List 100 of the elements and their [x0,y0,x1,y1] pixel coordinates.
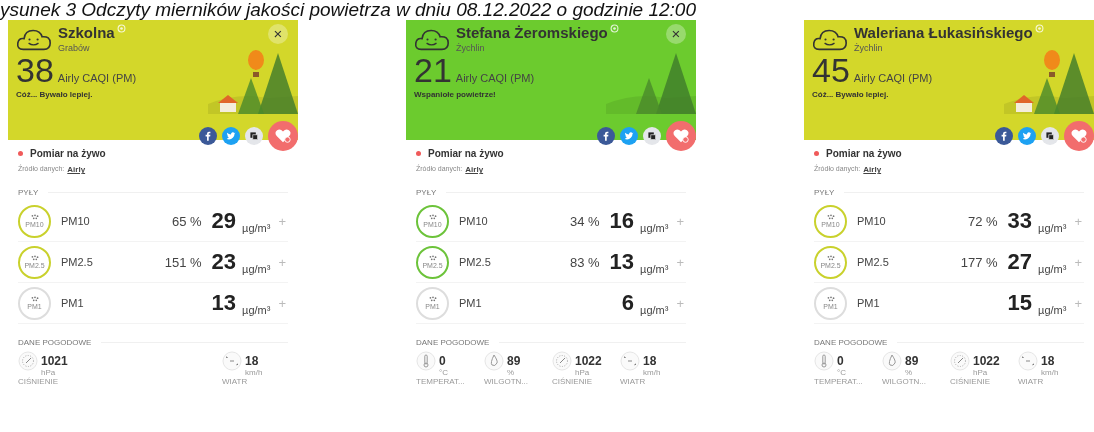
weather-label: WILGOTN... [882,377,927,386]
twitter-share-icon[interactable] [620,127,638,145]
weather-label: CIŚNIENIE [950,377,991,386]
unit-label: µg/m³ [640,222,669,234]
unit-label: µg/m³ [242,222,271,234]
humidity-drop-icon [484,351,504,371]
twitter-share-icon[interactable] [222,127,240,145]
norm-percent: 83 % [569,254,600,270]
weather-value: 18 [643,354,657,368]
live-measurement-label: Pomiar na żywo [428,148,504,159]
pollutant-name: PM1 [459,297,482,309]
weather-label: WIATR [222,377,249,386]
caqi-label: Airly CAQI (PM) [57,72,137,84]
weather-label: CIŚNIENIE [552,377,593,386]
expand-button[interactable]: + [276,213,288,229]
unit-label: µg/m³ [1038,222,1067,234]
expand-button[interactable]: + [276,295,288,311]
caqi-label: Airly CAQI (PM) [455,72,535,84]
street-name: Waleriana Łukasińskiego [854,24,1033,41]
airly-link[interactable]: Airly [465,165,484,174]
unit-label: µg/m³ [242,304,271,316]
section-heading: DANE POGODOWE [814,338,888,347]
wind-compass-icon [1018,351,1038,371]
expand-button[interactable]: + [674,213,686,229]
pollutant-name: PM1 [61,297,84,309]
pollutant-name: PM10 [857,215,886,227]
airly-link[interactable]: Airly [863,165,882,174]
norm-percent: 151 % [164,254,202,270]
pollutant-value: 33 [1007,208,1033,234]
norm-percent: 177 % [960,254,998,270]
expand-button[interactable]: + [674,254,686,270]
favorite-heart-button[interactable] [1064,121,1094,151]
weather-value: 18 [1041,354,1055,368]
gauge-icon [950,351,970,371]
facebook-share-icon[interactable] [597,127,615,145]
humidity-drop-icon [882,351,902,371]
location-target-icon [1034,24,1044,33]
weather-value: 0 [837,354,844,368]
norm-percent: 34 % [569,213,600,229]
pollutant-value: 29 [211,208,237,234]
location-target-icon [116,24,126,33]
weather-value: 1022 [973,354,1000,368]
heart-plus-icon [1070,127,1088,145]
thermometer-icon [814,351,834,371]
twitter-share-icon[interactable] [1018,127,1036,145]
facebook-share-icon[interactable] [199,127,217,145]
street-name: Szkolna [58,24,115,41]
airly-link[interactable]: Airly [67,165,86,174]
unit-label: µg/m³ [1038,304,1067,316]
live-measurement-label: Pomiar na żywo [826,148,902,159]
weather-value: 0 [439,354,446,368]
pollutant-value: 13 [609,249,635,275]
pollutant-name: PM1 [857,297,880,309]
weather-unit: hPa [973,369,989,377]
weather-unit: °C [439,369,449,377]
weather-label: WIATR [620,377,647,386]
street-name: Stefana Żeromskiego [456,24,608,41]
copy-icon[interactable] [643,127,661,145]
expand-button[interactable]: + [1072,213,1084,229]
pollutant-value: 15 [1007,290,1033,316]
close-button[interactable]: × [268,24,288,44]
live-measurement-label: Pomiar na żywo [30,148,106,159]
copy-icon[interactable] [245,127,263,145]
pollutant-name: PM2.5 [857,256,889,268]
air-quality-message: Cóż... Bywało lepiej. [812,90,890,99]
caqi-value: 38 [16,53,54,87]
caqi-value: 45 [812,53,850,87]
facebook-share-icon[interactable] [995,127,1013,145]
expand-button[interactable]: + [276,254,288,270]
heart-plus-icon [672,127,690,145]
weather-label: TEMPERAT... [814,377,864,386]
copy-icon[interactable] [1041,127,1059,145]
location-target-icon [609,24,619,33]
expand-button[interactable]: + [674,295,686,311]
favorite-heart-button[interactable] [666,121,696,151]
wind-compass-icon [620,351,640,371]
section-heading: PYŁY [416,188,437,197]
weather-value: 89 [905,354,919,368]
expand-button[interactable]: + [1072,295,1084,311]
air-quality-message: Cóż... Bywało lepiej. [16,90,94,99]
gauge-icon [18,351,38,371]
pollutant-name: PM2.5 [459,256,491,268]
section-heading: DANE POGODOWE [18,338,92,347]
live-indicator-dot [416,151,421,156]
unit-label: µg/m³ [242,263,271,275]
expand-button[interactable]: + [1072,254,1084,270]
city-name: Żychlin [854,43,884,53]
heart-plus-icon [274,127,292,145]
weather-value: 18 [245,354,259,368]
pollutant-value: 6 [621,290,635,316]
close-button[interactable]: × [666,24,686,44]
favorite-heart-button[interactable] [268,121,298,151]
section-heading: PYŁY [18,188,39,197]
wind-compass-icon [222,351,242,371]
weather-label: WIATR [1018,377,1045,386]
weather-unit: km/h [1041,369,1060,377]
live-indicator-dot [814,151,819,156]
air-quality-message: Wspaniołe powietrze! [414,90,497,99]
caqi-value: 21 [414,53,452,87]
weather-unit: % [507,369,516,377]
